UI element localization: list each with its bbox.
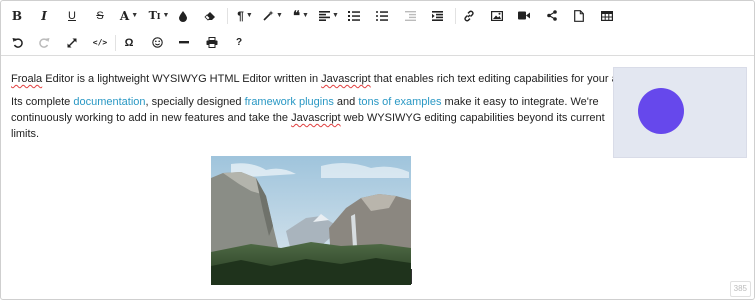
ordered-list-icon <box>348 10 360 21</box>
outdent-button[interactable] <box>399 2 421 29</box>
italic-button[interactable]: I <box>33 2 55 29</box>
text-cursor <box>411 269 412 284</box>
eraser-icon <box>204 11 215 21</box>
omega-icon: Ω <box>124 36 134 49</box>
underline-icon: U <box>68 9 76 22</box>
toolbar-row-1: B I U S A ▼ TI ▼ ¶ ▼ ▼ ❝ ▼ ▼ <box>1 2 754 29</box>
paragraph-text: , specially designed <box>145 96 245 108</box>
character-count: 385 <box>729 281 751 297</box>
strikethrough-icon: S <box>96 9 104 22</box>
magic-wand-icon <box>263 10 274 21</box>
align-left-icon <box>319 10 331 21</box>
share-icon <box>547 10 557 21</box>
unordered-list-button[interactable] <box>371 2 393 29</box>
toolbar-divider <box>115 35 116 51</box>
expand-icon <box>67 38 77 47</box>
horizontal-line-button[interactable] <box>173 29 195 56</box>
redo-icon <box>38 38 49 48</box>
outdent-icon <box>404 10 416 21</box>
misspelled-word: Javascript <box>321 73 371 85</box>
font-size-button[interactable]: TI ▼ <box>146 2 172 29</box>
indent-icon <box>431 10 443 21</box>
quote-button[interactable]: ❝ ▼ <box>288 2 314 29</box>
landscape-image[interactable] <box>211 156 411 285</box>
editor-content-area[interactable]: Froala Editor is a lightweight WYSIWYG H… <box>1 56 754 299</box>
code-icon: </> <box>92 38 108 47</box>
drop-icon <box>179 10 187 22</box>
chevron-down-icon: ▼ <box>302 12 309 19</box>
question-icon: ? <box>235 37 243 48</box>
paragraph-icon: ¶ <box>237 8 244 23</box>
indent-button[interactable] <box>426 2 448 29</box>
paragraph-text: and <box>333 96 359 108</box>
table-icon <box>601 10 613 21</box>
embedded-media-block[interactable] <box>613 67 747 158</box>
file-icon <box>574 9 584 22</box>
align-button[interactable]: ▼ <box>316 2 342 29</box>
insert-image-button[interactable] <box>486 2 508 29</box>
help-button[interactable]: ? <box>228 29 250 56</box>
font-family-icon: A <box>119 8 130 23</box>
examples-link[interactable]: tons of examples <box>358 96 441 108</box>
misspelled-word: Javascript <box>291 112 341 124</box>
valley-photo-icon <box>211 156 411 285</box>
italic-icon: I <box>41 8 47 23</box>
toolbar-row-2: </> Ω ? <box>1 29 754 56</box>
insert-table-button[interactable] <box>596 2 618 29</box>
video-icon <box>518 11 530 20</box>
ordered-list-button[interactable] <box>343 2 365 29</box>
bold-icon: B <box>11 8 23 23</box>
circle-graphic <box>638 88 684 134</box>
misspelled-word: Froala <box>11 73 43 85</box>
chevron-down-icon: ▼ <box>332 12 339 19</box>
paragraph-text: Its complete <box>11 96 74 108</box>
paragraph-format-button[interactable]: ¶ ▼ <box>232 2 258 29</box>
font-family-button[interactable]: A ▼ <box>116 2 142 29</box>
font-size-icon: TI <box>148 9 161 22</box>
link-icon <box>464 10 474 21</box>
text-color-button[interactable] <box>172 2 194 29</box>
strikethrough-button[interactable]: S <box>89 2 111 29</box>
chevron-down-icon: ▼ <box>162 12 170 19</box>
underline-button[interactable]: U <box>61 2 83 29</box>
clear-formatting-button[interactable] <box>199 2 221 29</box>
insert-link-button[interactable] <box>458 2 480 29</box>
print-button[interactable] <box>201 29 223 56</box>
fullscreen-button[interactable] <box>61 29 83 56</box>
special-characters-button[interactable]: Ω <box>118 29 140 56</box>
chevron-down-icon: ▼ <box>276 12 283 19</box>
undo-button[interactable] <box>6 29 28 56</box>
toolbar-divider <box>455 8 456 24</box>
bold-button[interactable]: B <box>6 2 28 29</box>
editor-toolbar: B I U S A ▼ TI ▼ ¶ ▼ ▼ ❝ ▼ ▼ </> Ω ? <box>1 1 754 56</box>
image-icon <box>491 10 503 21</box>
insert-file-button[interactable] <box>568 2 590 29</box>
printer-icon <box>206 37 218 48</box>
undo-icon <box>12 38 23 48</box>
quote-icon: ❝ <box>293 7 301 23</box>
insert-video-button[interactable] <box>513 2 535 29</box>
paragraph-text: Editor is a lightweight WYSIWYG HTML Edi… <box>42 73 322 85</box>
smiley-icon <box>151 37 163 48</box>
emoticons-button[interactable] <box>146 29 168 56</box>
chevron-down-icon: ▼ <box>245 12 253 19</box>
paragraph-intro: Froala Editor is a lightweight WYSIWYG H… <box>11 71 673 87</box>
toolbar-divider <box>227 8 228 24</box>
paragraph-details: Its complete documentation, specially de… <box>11 94 611 142</box>
rich-text-editor: B I U S A ▼ TI ▼ ¶ ▼ ▼ ❝ ▼ ▼ </> Ω ? Fro… <box>0 0 755 300</box>
framework-plugins-link[interactable]: framework plugins <box>245 96 334 108</box>
code-view-button[interactable]: </> <box>89 29 111 56</box>
embed-button[interactable] <box>541 2 563 29</box>
chevron-down-icon: ▼ <box>131 12 139 19</box>
unordered-list-icon <box>376 10 388 21</box>
inline-style-button[interactable]: ▼ <box>260 2 286 29</box>
documentation-link[interactable]: documentation <box>73 96 145 108</box>
minus-icon <box>179 41 189 44</box>
redo-button[interactable] <box>33 29 55 56</box>
